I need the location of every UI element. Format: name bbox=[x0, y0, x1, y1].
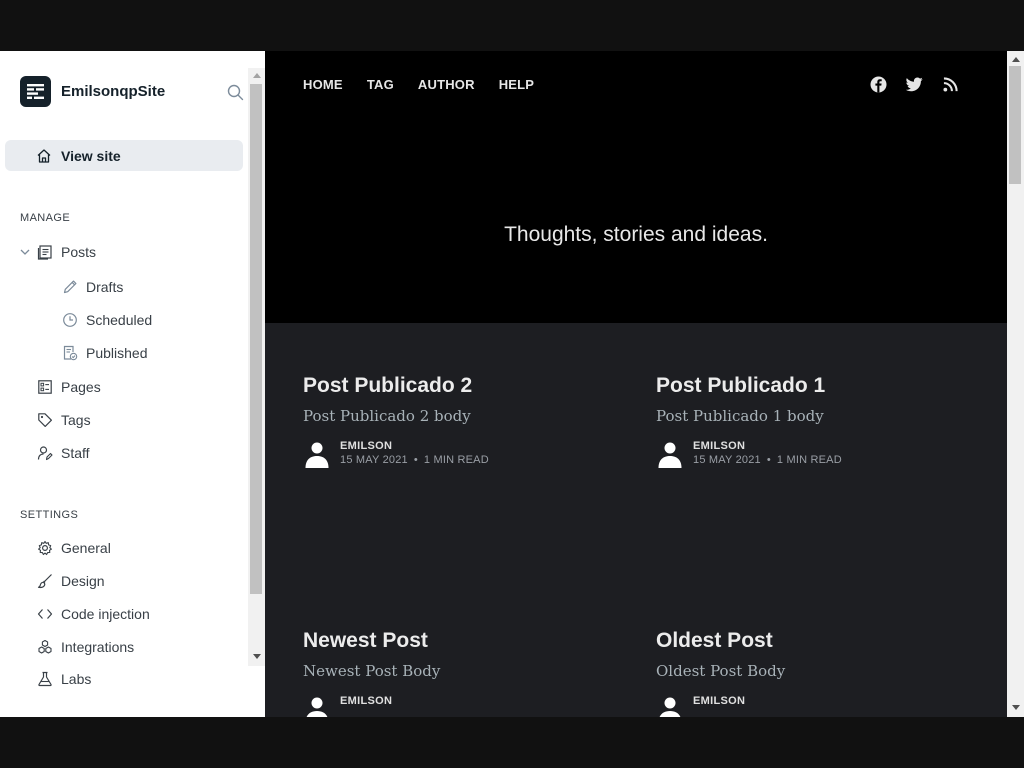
sidebar-item-design[interactable]: Design bbox=[36, 567, 105, 595]
staff-icon bbox=[36, 445, 53, 462]
brush-icon bbox=[36, 573, 53, 590]
sidebar-item-pages[interactable]: Pages bbox=[36, 373, 101, 401]
sidebar-item-scheduled[interactable]: Scheduled bbox=[61, 306, 152, 334]
manage-section-title: MANAGE bbox=[20, 212, 71, 224]
sidebar-item-general-label: General bbox=[61, 540, 111, 556]
published-icon bbox=[61, 345, 78, 362]
post-author[interactable]: EMILSON bbox=[693, 695, 745, 707]
post-reading-time: 1 MIN READ bbox=[776, 454, 842, 466]
sidebar-item-tags-label: Tags bbox=[61, 412, 91, 428]
sidebar-scroll-up-icon[interactable] bbox=[253, 73, 261, 78]
settings-section-title: SETTINGS bbox=[20, 509, 79, 521]
sidebar-scroll-down-icon[interactable] bbox=[253, 654, 261, 659]
flask-icon bbox=[36, 671, 53, 688]
twitter-icon[interactable] bbox=[905, 75, 923, 93]
post-excerpt: Post Publicado 2 body bbox=[303, 407, 471, 425]
post-meta: EMILSON bbox=[303, 695, 633, 717]
author-avatar-icon[interactable] bbox=[303, 695, 331, 717]
sidebar-item-drafts-label: Drafts bbox=[86, 279, 124, 295]
post-author[interactable]: EMILSON bbox=[340, 440, 489, 452]
sidebar-item-staff[interactable]: Staff bbox=[36, 439, 90, 467]
rss-icon[interactable] bbox=[941, 75, 959, 93]
nav-author-link[interactable]: AUTHOR bbox=[418, 77, 475, 92]
sidebar-item-pages-label: Pages bbox=[61, 379, 101, 395]
pencil-icon bbox=[61, 279, 78, 296]
post-date: 15 MAY 2021 bbox=[693, 454, 761, 466]
preview-scroll-down-icon[interactable] bbox=[1012, 705, 1020, 710]
sidebar-item-integrations[interactable]: Integrations bbox=[36, 633, 134, 661]
sidebar-item-code-injection[interactable]: Code injection bbox=[36, 600, 150, 628]
post-title[interactable]: Newest Post bbox=[303, 629, 633, 653]
post-excerpt: Oldest Post Body bbox=[656, 662, 786, 680]
sidebar-item-integrations-label: Integrations bbox=[61, 639, 135, 655]
site-nav: HOME TAG AUTHOR HELP bbox=[303, 77, 558, 92]
sidebar-item-labs-label: Labs bbox=[61, 671, 92, 687]
post-author[interactable]: EMILSON bbox=[340, 695, 392, 707]
site-brand[interactable]: EmilsonqpSite bbox=[20, 76, 165, 107]
sidebar-item-published-label: Published bbox=[86, 345, 148, 361]
post-author[interactable]: EMILSON bbox=[693, 440, 842, 452]
sidebar-item-staff-label: Staff bbox=[61, 445, 90, 461]
author-avatar-icon[interactable] bbox=[303, 440, 331, 468]
posts-icon bbox=[36, 244, 53, 261]
preview-scrollbar-thumb[interactable] bbox=[1009, 66, 1021, 184]
post-date-line: 15 MAY 2021 • 1 MIN READ bbox=[340, 454, 489, 466]
pages-icon bbox=[36, 379, 53, 396]
sidebar-item-general[interactable]: General bbox=[36, 534, 111, 562]
site-tagline: Thoughts, stories and ideas. bbox=[504, 223, 768, 246]
sidebar-item-labs[interactable]: Labs bbox=[36, 665, 91, 693]
post-title[interactable]: Post Publicado 1 bbox=[656, 374, 986, 398]
admin-sidebar: EmilsonqpSite View site MANAGE Posts Dra… bbox=[0, 51, 265, 717]
author-avatar-icon[interactable] bbox=[656, 440, 684, 468]
post-card[interactable]: Post Publicado 2 Post Publicado 2 body E… bbox=[303, 374, 633, 468]
view-site-link[interactable]: View site bbox=[5, 140, 243, 171]
sidebar-item-published[interactable]: Published bbox=[61, 339, 148, 367]
post-meta: EMILSON 15 MAY 2021 • 1 MIN READ bbox=[303, 440, 633, 468]
sidebar-item-tags[interactable]: Tags bbox=[36, 406, 91, 434]
site-header: HOME TAG AUTHOR HELP Thoughts, stories a… bbox=[265, 51, 1007, 323]
view-site-label: View site bbox=[61, 147, 121, 164]
post-card[interactable]: Newest Post Newest Post Body EMILSON bbox=[303, 629, 633, 717]
sidebar-item-posts[interactable]: Posts bbox=[36, 238, 96, 266]
post-reading-time: 1 MIN READ bbox=[423, 454, 489, 466]
nav-tag-link[interactable]: TAG bbox=[367, 77, 394, 92]
nav-help-link[interactable]: HELP bbox=[499, 77, 534, 92]
sidebar-item-code-injection-label: Code injection bbox=[61, 606, 150, 622]
post-date-line: 15 MAY 2021 • 1 MIN READ bbox=[693, 454, 842, 466]
site-logo-icon bbox=[20, 76, 51, 107]
post-meta: EMILSON 15 MAY 2021 • 1 MIN READ bbox=[656, 440, 986, 468]
social-links bbox=[851, 75, 959, 93]
home-icon bbox=[35, 147, 52, 164]
facebook-icon[interactable] bbox=[869, 75, 887, 93]
post-card[interactable]: Oldest Post Oldest Post Body EMILSON bbox=[656, 629, 986, 717]
sidebar-scrollbar-thumb[interactable] bbox=[250, 84, 262, 594]
sidebar-item-posts-label: Posts bbox=[61, 244, 97, 260]
sidebar-nav: View site MANAGE Posts Drafts Scheduled bbox=[0, 119, 265, 717]
tag-icon bbox=[36, 412, 53, 429]
gear-icon bbox=[36, 540, 53, 557]
post-excerpt: Post Publicado 1 body bbox=[656, 407, 824, 425]
window-bottom-bar bbox=[0, 717, 1024, 768]
post-excerpt: Newest Post Body bbox=[303, 662, 441, 680]
post-title[interactable]: Oldest Post bbox=[656, 629, 986, 653]
site-name: EmilsonqpSite bbox=[61, 83, 166, 100]
chevron-down-icon[interactable] bbox=[19, 246, 31, 258]
sidebar-item-design-label: Design bbox=[61, 573, 105, 589]
author-avatar-icon[interactable] bbox=[656, 695, 684, 717]
code-icon bbox=[36, 606, 53, 623]
post-date: 15 MAY 2021 bbox=[340, 454, 408, 466]
post-card[interactable]: Post Publicado 1 Post Publicado 1 body E… bbox=[656, 374, 986, 468]
integrations-icon bbox=[36, 639, 53, 656]
sidebar-item-drafts[interactable]: Drafts bbox=[61, 273, 123, 301]
clock-icon bbox=[61, 312, 78, 329]
post-meta: EMILSON bbox=[656, 695, 986, 717]
window-top-bar bbox=[0, 0, 1024, 51]
site-preview: HOME TAG AUTHOR HELP Thoughts, stories a… bbox=[265, 51, 1007, 717]
search-icon[interactable] bbox=[225, 82, 245, 102]
post-title[interactable]: Post Publicado 2 bbox=[303, 374, 633, 398]
nav-home-link[interactable]: HOME bbox=[303, 77, 343, 92]
preview-scroll-up-icon[interactable] bbox=[1012, 57, 1020, 62]
sidebar-item-scheduled-label: Scheduled bbox=[86, 312, 153, 328]
